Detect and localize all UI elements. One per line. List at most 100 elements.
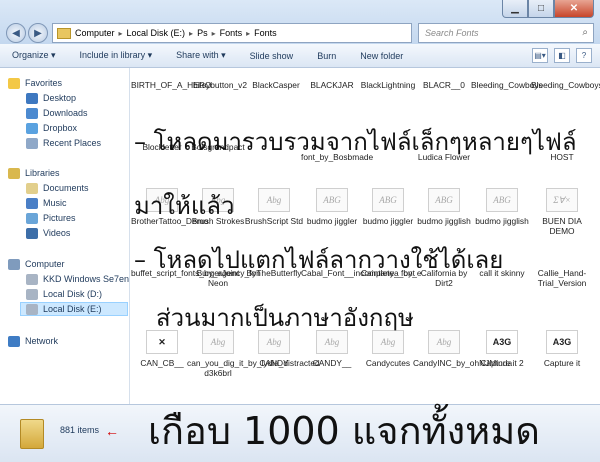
nav-documents[interactable]: Documents <box>26 181 89 195</box>
file-item[interactable]: Abg BrushScript Std <box>243 188 305 226</box>
file-item[interactable]: ABG budmo jigglish <box>413 188 475 226</box>
file-item[interactable]: Abg CandyINC_by_ohNJMinda <box>413 330 512 368</box>
forward-button[interactable]: ▶ <box>28 23 48 43</box>
font-file-icon: ABG <box>372 188 404 212</box>
breadcrumb-separator[interactable]: ▸ <box>119 29 123 38</box>
breadcrumb-fonts-parent[interactable]: Fonts <box>220 28 243 38</box>
close-button[interactable]: ✕ <box>554 0 594 18</box>
drive-icon <box>26 303 38 315</box>
font-file-icon: A3G <box>486 330 518 354</box>
nav-network[interactable]: Network <box>8 334 58 348</box>
minimize-button[interactable]: ▁ <box>502 0 528 18</box>
font-file-icon: Σ∀× <box>546 188 578 212</box>
nav-kkd-windows[interactable]: KKD Windows Se7en <box>26 272 129 286</box>
file-name: CAN_CB__ <box>140 358 184 368</box>
file-item[interactable]: bitsybutton_v2 <box>189 80 251 90</box>
help-icon[interactable]: ? <box>576 48 592 63</box>
back-button[interactable]: ◀ <box>6 23 26 43</box>
nav-label: Recent Places <box>43 138 102 148</box>
file-item[interactable]: A3G Capture it 2 <box>471 330 533 368</box>
nav-label: Libraries <box>25 168 60 178</box>
file-name: Bleeding_Cowboys_0 <box>531 80 600 90</box>
address-bar[interactable]: Computer ▸ Local Disk (E:) ▸ Ps ▸ Fonts … <box>52 23 457 43</box>
file-item[interactable]: BlackLightning <box>357 80 419 90</box>
nav-videos[interactable]: Videos <box>26 226 70 240</box>
file-name: Capture it <box>543 358 581 368</box>
file-item[interactable]: ABG budmo jigglish <box>471 188 533 226</box>
nav-local-disk-d[interactable]: Local Disk (D:) <box>26 287 102 301</box>
nav-label: Pictures <box>43 213 76 223</box>
breadcrumb-fonts[interactable]: Fonts <box>254 28 277 38</box>
nav-music[interactable]: Music <box>26 196 67 210</box>
file-item[interactable]: Callie_Hand-Trial_Version <box>531 268 593 288</box>
desktop-icon <box>26 92 38 104</box>
share-with-button[interactable]: Share with ▾ <box>176 50 226 61</box>
nav-libraries[interactable]: Libraries <box>8 166 60 180</box>
file-item[interactable]: ABG budmo jiggler <box>357 188 419 226</box>
arrow-icon: ← <box>105 423 119 439</box>
search-icon[interactable]: ⌕ <box>582 27 588 38</box>
overlay-text-line4: ส่วนมากเป็นภาษาอังกฤษ <box>156 304 414 332</box>
nav-dropbox[interactable]: Dropbox <box>26 121 77 135</box>
computer-icon <box>8 258 20 270</box>
nav-downloads[interactable]: Downloads <box>26 106 88 120</box>
pictures-icon <box>26 212 38 224</box>
search-placeholder: Search Fonts <box>425 28 479 38</box>
maximize-button[interactable]: □ <box>528 0 554 18</box>
videos-icon <box>26 227 38 239</box>
breadcrumb-separator[interactable]: ▸ <box>212 29 216 38</box>
nav-pictures[interactable]: Pictures <box>26 211 76 225</box>
nav-local-disk-e[interactable]: Local Disk (E:) <box>20 302 128 316</box>
nav-favorites[interactable]: Favorites <box>8 76 62 90</box>
nav-label: KKD Windows Se7en <box>43 274 130 284</box>
file-item[interactable]: Σ∀× BUEN DIA DEMO <box>531 188 593 236</box>
font-file-icon: Abg <box>258 188 290 212</box>
search-input[interactable]: Search Fonts ⌕ <box>418 23 594 43</box>
burn-button[interactable]: Burn <box>317 51 336 61</box>
breadcrumb-computer[interactable]: Computer <box>75 28 115 38</box>
nav-label: Downloads <box>43 108 88 118</box>
new-folder-button[interactable]: New folder <box>360 51 403 61</box>
nav-label: Desktop <box>43 93 77 103</box>
downloads-icon <box>26 107 38 119</box>
slide-show-button[interactable]: Slide show <box>250 51 294 61</box>
breadcrumb-local-disk-e[interactable]: Local Disk (E:) <box>127 28 186 38</box>
file-name: BLACR__0 <box>423 80 465 90</box>
include-in-library-button[interactable]: Include in library ▾ <box>80 50 153 61</box>
overlay-text-line5: เกือบ 1000 แจกทั้งหมด <box>148 409 540 453</box>
nav-label: Local Disk (D:) <box>43 289 103 299</box>
breadcrumb-separator[interactable]: ▸ <box>189 29 193 38</box>
font-file-icon: Abg <box>428 330 460 354</box>
file-item[interactable]: Bleeding_Cowboys_0 <box>531 80 600 90</box>
drive-icon <box>26 273 38 285</box>
views-icon[interactable]: ▤▾ <box>532 48 548 63</box>
preview-pane-icon[interactable]: ◧ <box>554 48 570 63</box>
overlay-text-line2: มาให้แล้ว <box>134 192 235 220</box>
file-name: budmo jiggler <box>306 216 358 226</box>
organize-button[interactable]: Organize ▾ <box>12 50 56 61</box>
item-count: 881 items <box>60 425 100 435</box>
file-item[interactable]: BIRTH_OF_A_HERO <box>131 80 211 90</box>
nav-label: Videos <box>43 228 71 238</box>
file-item[interactable]: BLACR__0 <box>413 80 475 90</box>
breadcrumb-ps[interactable]: Ps <box>197 28 208 38</box>
nav-desktop[interactable]: Desktop <box>26 91 76 105</box>
font-file-icon: ABG <box>428 188 460 212</box>
folder-icon <box>20 419 44 449</box>
drive-icon <box>26 288 38 300</box>
file-name: CANDY__ <box>312 358 352 368</box>
file-item[interactable]: Bleeding_Cowboys <box>471 80 543 90</box>
nav-label: Documents <box>43 183 89 193</box>
nav-recent-places[interactable]: Recent Places <box>26 136 101 150</box>
file-item[interactable]: Abg can_you_dig_it_by_lydia_distracted-d3… <box>187 330 323 378</box>
overlay-text-line1: – โหลดมารวบรวมจากไฟล์เล็กๆหลายๆไฟล์ <box>134 128 577 156</box>
file-item[interactable]: ABG budmo jiggler <box>301 188 363 226</box>
breadcrumb-separator[interactable]: ▸ <box>246 29 250 38</box>
file-item[interactable]: BLACKJAR <box>301 80 363 90</box>
nav-label: Favorites <box>25 78 63 88</box>
file-name: bitsybutton_v2 <box>192 80 247 90</box>
nav-computer[interactable]: Computer <box>8 257 65 271</box>
file-item[interactable]: A3G Capture it <box>531 330 593 368</box>
file-item[interactable]: BlackCasper <box>245 80 307 90</box>
navigation-pane: Favorites Desktop Downloads Dropbox Rece… <box>0 68 130 404</box>
